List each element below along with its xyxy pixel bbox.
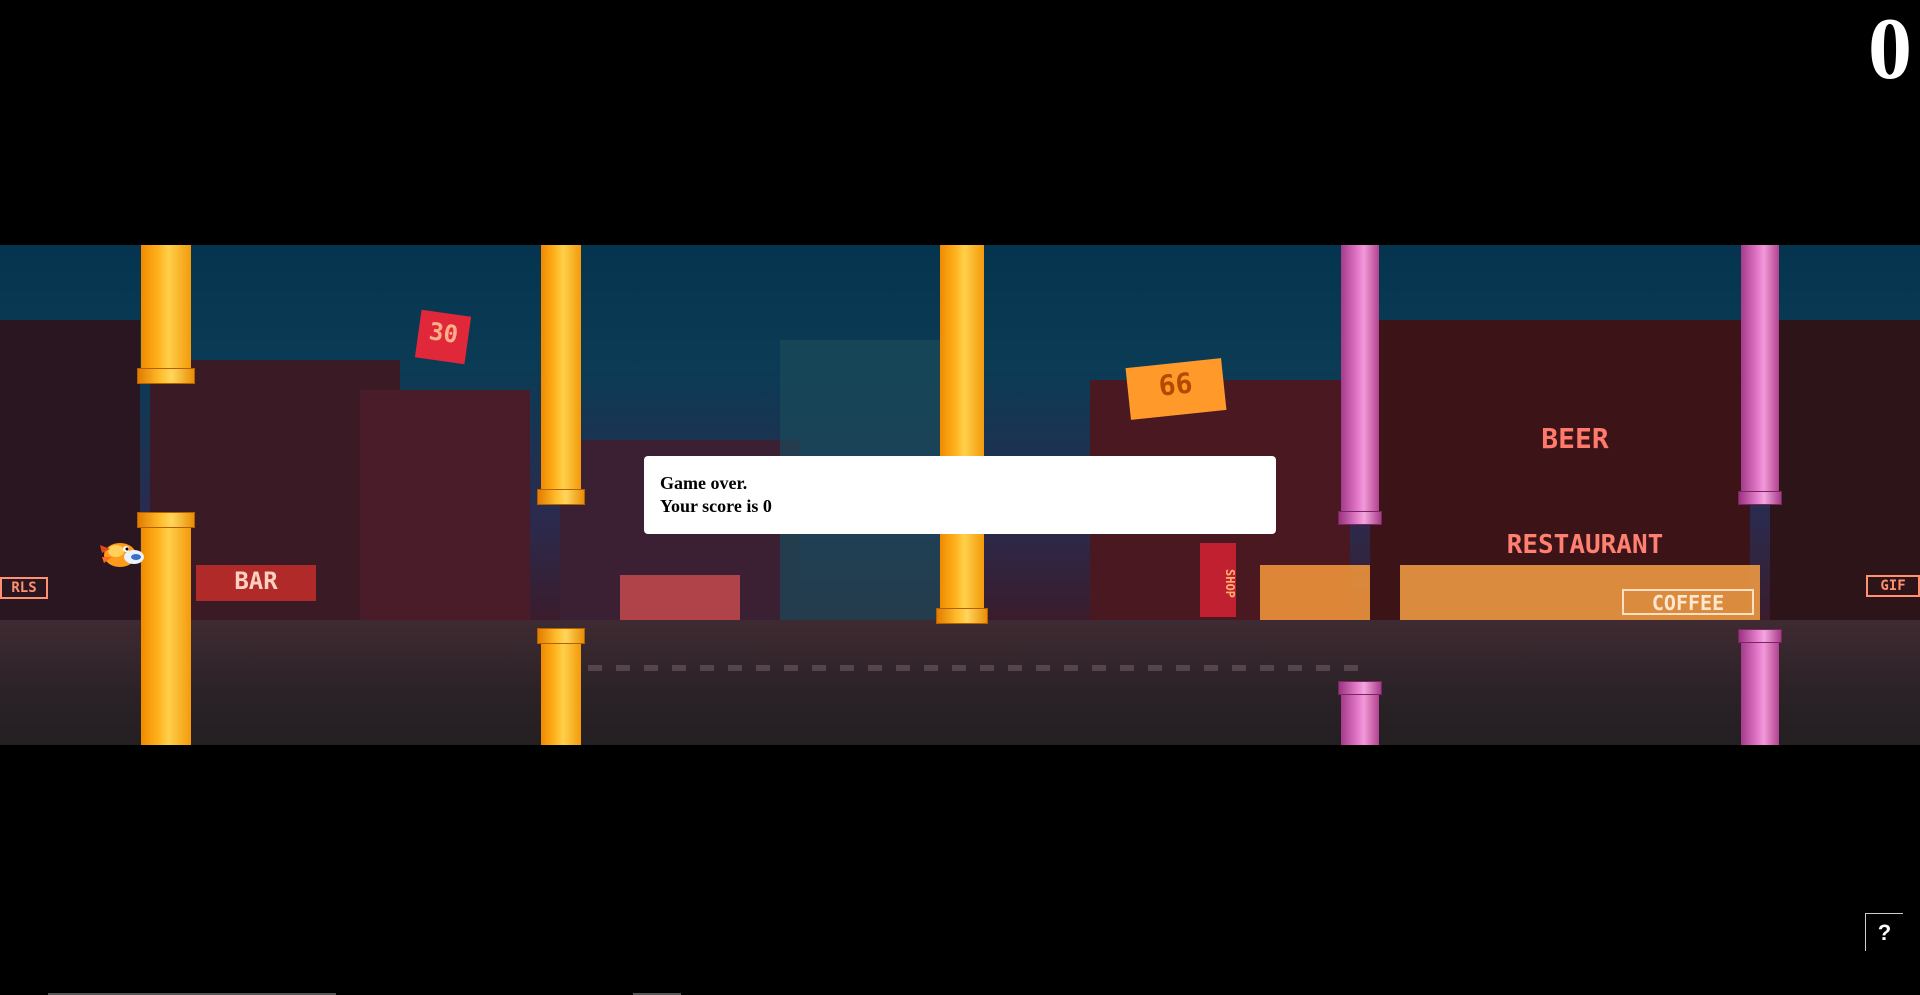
background-building (360, 390, 530, 620)
sign-30: 30 (414, 309, 472, 365)
sign-girls-left: RLS (0, 577, 48, 599)
lit-window (620, 575, 740, 620)
pipe-top (537, 245, 585, 505)
pipe-cap (1338, 511, 1382, 525)
bird-icon (100, 543, 144, 567)
sign-beer: BEER (1541, 422, 1609, 455)
pipe-cap (1338, 681, 1382, 695)
pipe-top (1738, 245, 1782, 505)
score-display: 0 (1868, 1, 1912, 98)
ground (0, 620, 1920, 745)
background-building (0, 320, 140, 620)
final-score-message: Your score is 0 (660, 496, 772, 516)
game-over-message: Game over. (660, 473, 748, 493)
pipe-cap (537, 628, 585, 644)
sign-restaurant: RESTAURANT (1506, 530, 1664, 560)
pipe-bottom (537, 628, 585, 745)
game-root: 0 30 BAR 66 SHOP BEER RESTAURANT COFFEE … (0, 0, 1920, 995)
sign-bar: BAR (196, 565, 316, 601)
help-button[interactable]: ? (1865, 913, 1903, 951)
pipe-top (1338, 245, 1382, 525)
pipe-cap (137, 368, 195, 384)
pipe-cap (137, 512, 195, 528)
sign-girls-right: GIF (1866, 575, 1920, 597)
pipe-top (936, 245, 988, 624)
game-over-dialog: Game over. Your score is 0 (644, 456, 1276, 534)
pipe-cap (537, 489, 585, 505)
pipe-cap (1738, 491, 1782, 505)
sign-shop: SHOP (1200, 543, 1237, 617)
sign-coffee: COFFEE (1622, 589, 1754, 615)
pipe-bottom (1338, 681, 1382, 745)
sign-66: 66 (1125, 358, 1227, 420)
pipe-cap (1738, 629, 1782, 643)
pipe-bottom (1738, 629, 1782, 745)
pipe-bottom (137, 512, 195, 745)
pipe-top (137, 245, 195, 384)
pipe-cap (936, 608, 988, 624)
road-markings (560, 665, 1360, 671)
